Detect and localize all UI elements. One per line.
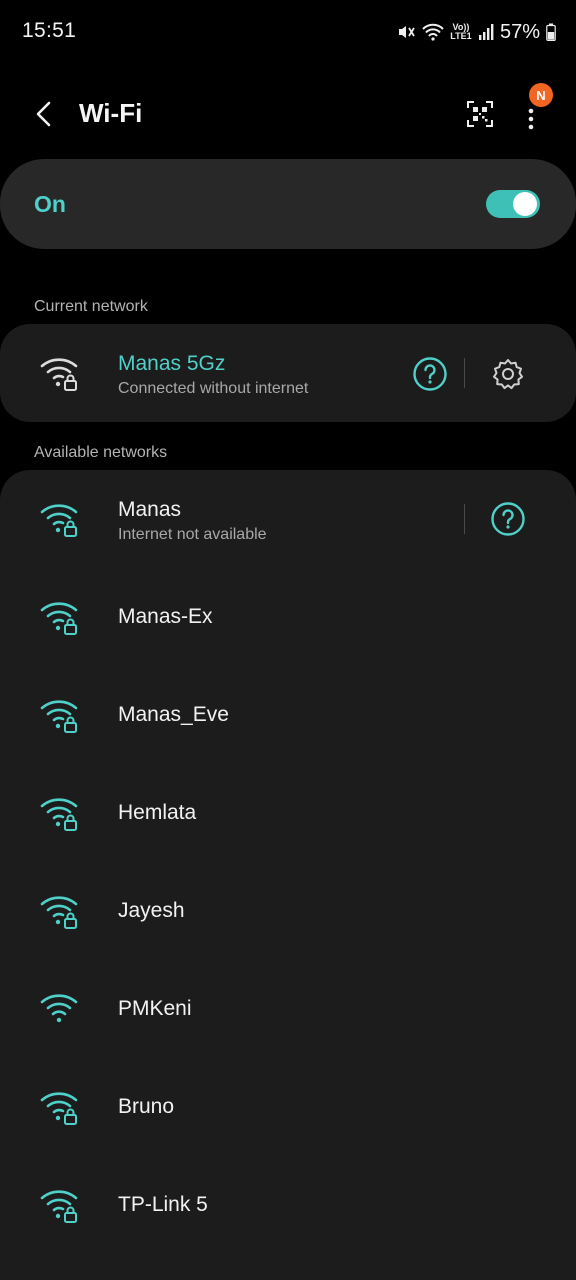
qr-scan-button[interactable] xyxy=(466,100,494,128)
back-arrow-icon xyxy=(36,101,51,127)
wifi-lock-icon xyxy=(40,896,78,929)
wifi-lock-icon xyxy=(40,700,78,733)
network-row[interactable]: Hemlata xyxy=(0,764,576,862)
network-row[interactable]: PMKeni xyxy=(0,960,576,1058)
current-network-status: Connected without internet xyxy=(118,380,309,397)
network-name: Manas-Ex xyxy=(118,605,213,628)
network-name: Manas_Eve xyxy=(118,703,229,726)
network-status: Internet not available xyxy=(118,526,267,543)
switch-knob xyxy=(513,192,537,216)
wifi-lock-icon xyxy=(40,358,78,391)
gear-icon[interactable] xyxy=(490,356,526,392)
network-row[interactable]: Bruno xyxy=(0,1058,576,1156)
wifi-lock-icon xyxy=(40,504,78,537)
help-icon[interactable] xyxy=(412,356,448,392)
battery-icon xyxy=(546,23,556,41)
signal-icon xyxy=(478,23,494,41)
row-divider xyxy=(464,358,465,388)
wifi-toggle-card[interactable]: On xyxy=(0,159,576,249)
wifi-lock-icon xyxy=(40,1190,78,1223)
mute-icon xyxy=(396,22,416,42)
row-divider xyxy=(464,504,465,534)
status-time: 15:51 xyxy=(22,19,77,42)
notification-badge: N xyxy=(529,83,553,107)
wifi-switch[interactable] xyxy=(486,190,540,218)
available-networks-card: Manas Internet not available Manas-Ex Manas… xyxy=(0,470,576,1280)
network-name: Manas xyxy=(118,498,182,521)
current-network-card: Manas 5Gz Connected without internet xyxy=(0,324,576,422)
network-row[interactable]: Jayesh xyxy=(0,862,576,960)
back-button[interactable] xyxy=(26,96,62,132)
qr-code-icon xyxy=(467,101,493,127)
network-row[interactable]: Manas Internet not available xyxy=(0,470,576,568)
network-name: Jayesh xyxy=(118,899,185,922)
current-network-row[interactable]: Manas 5Gz Connected without internet xyxy=(0,324,576,422)
network-row[interactable]: TP-Link 5 xyxy=(0,1156,576,1254)
current-network-name: Manas 5Gz xyxy=(118,352,226,375)
status-icons: Vo)) LTE1 57% xyxy=(396,18,556,46)
status-bar: 15:51 Vo)) LTE1 57% xyxy=(0,0,576,64)
network-name: Bruno xyxy=(118,1095,175,1118)
wifi-lock-icon xyxy=(40,602,78,635)
network-row[interactable]: Manas-Ex xyxy=(0,568,576,666)
wifi-lock-icon xyxy=(40,798,78,831)
current-network-heading: Current network xyxy=(34,298,148,315)
wifi-toggle-label: On xyxy=(34,191,66,217)
network-name: TP-Link 5 xyxy=(118,1193,208,1216)
network-row[interactable]: Manas_Eve xyxy=(0,666,576,764)
wifi-status-icon xyxy=(422,23,444,41)
network-name: PMKeni xyxy=(118,997,192,1020)
app-header: Wi-Fi xyxy=(0,80,576,150)
wifi-lock-icon xyxy=(40,1092,78,1125)
battery-percent: 57% xyxy=(499,20,540,43)
volte-indicator: Vo)) LTE1 xyxy=(450,22,472,41)
network-name: Hemlata xyxy=(118,801,197,824)
help-icon[interactable] xyxy=(490,501,526,537)
page-title: Wi-Fi xyxy=(79,98,143,128)
available-networks-heading: Available networks xyxy=(34,444,168,461)
wifi-icon xyxy=(40,994,78,1023)
